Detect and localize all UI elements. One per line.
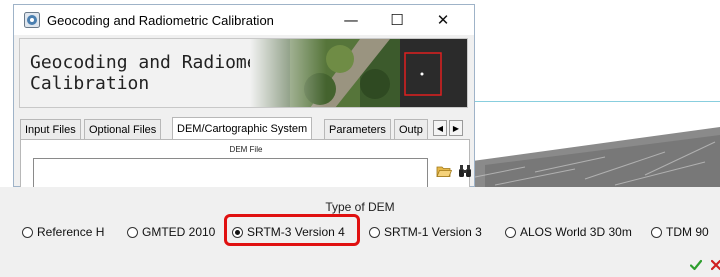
- radio-label: TDM 90: [666, 225, 709, 239]
- radio-tdm-90[interactable]: TDM 90: [651, 224, 709, 240]
- minimize-button[interactable]: —: [328, 7, 374, 33]
- x-icon[interactable]: [711, 259, 720, 271]
- app-icon: [24, 12, 40, 28]
- tab-bar: Input Files Optional Files DEM/Cartograp…: [20, 117, 470, 139]
- radio-label: GMTED 2010: [142, 225, 216, 239]
- background-sar-image: [465, 127, 720, 187]
- binoculars-icon[interactable]: [458, 164, 472, 178]
- dem-panel: DEM File: [20, 139, 472, 188]
- tab-dem-cartographic-system[interactable]: DEM/Cartographic System: [172, 117, 313, 139]
- radio-srtm-1-version-3[interactable]: SRTM-1 Version 3: [369, 224, 482, 240]
- tab-input-files[interactable]: Input Files: [20, 119, 81, 139]
- folder-open-icon[interactable]: [436, 164, 452, 178]
- radio-label: SRTM-1 Version 3: [384, 225, 482, 239]
- header-banner: Geocoding and Radiometric Calibration: [19, 38, 468, 108]
- check-icon[interactable]: [690, 259, 702, 271]
- background-guide-line: [465, 101, 720, 102]
- selection-highlight-box: [224, 214, 360, 246]
- title-bar[interactable]: Geocoding and Radiometric Calibration — …: [14, 5, 474, 35]
- radio-icon: [127, 226, 138, 238]
- dem-type-legend: Type of DEM: [325, 200, 395, 214]
- maximize-button[interactable]: ☐: [374, 7, 420, 33]
- dem-type-group: Type of DEM Reference H GMTED 2010 SRTM-…: [0, 187, 720, 277]
- tab-scroll-left-icon[interactable]: ◀: [433, 120, 447, 136]
- geocoding-dialog: Geocoding and Radiometric Calibration — …: [13, 4, 475, 188]
- tab-outputs[interactable]: Outp: [394, 119, 428, 139]
- tab-optional-files[interactable]: Optional Files: [84, 119, 162, 139]
- radio-icon: [505, 226, 516, 238]
- window-title: Geocoding and Radiometric Calibration: [47, 13, 274, 28]
- dem-file-input[interactable]: [33, 158, 428, 188]
- radio-reference-h[interactable]: Reference H: [22, 224, 104, 240]
- radio-gmted-2010[interactable]: GMTED 2010: [127, 224, 215, 240]
- radio-label: Reference H: [37, 225, 105, 239]
- close-button[interactable]: ✕: [420, 7, 466, 33]
- dem-file-label: DEM File: [229, 145, 263, 154]
- radio-icon: [651, 226, 662, 238]
- radio-label: ALOS World 3D 30m: [520, 225, 632, 239]
- radio-icon: [369, 226, 380, 238]
- radio-alos-world-3d-30m[interactable]: ALOS World 3D 30m: [505, 224, 632, 240]
- radio-icon: [22, 226, 33, 238]
- tab-scroll-right-icon[interactable]: ▶: [449, 120, 463, 136]
- satellite-image: [250, 39, 467, 107]
- tab-parameters[interactable]: Parameters: [324, 119, 391, 139]
